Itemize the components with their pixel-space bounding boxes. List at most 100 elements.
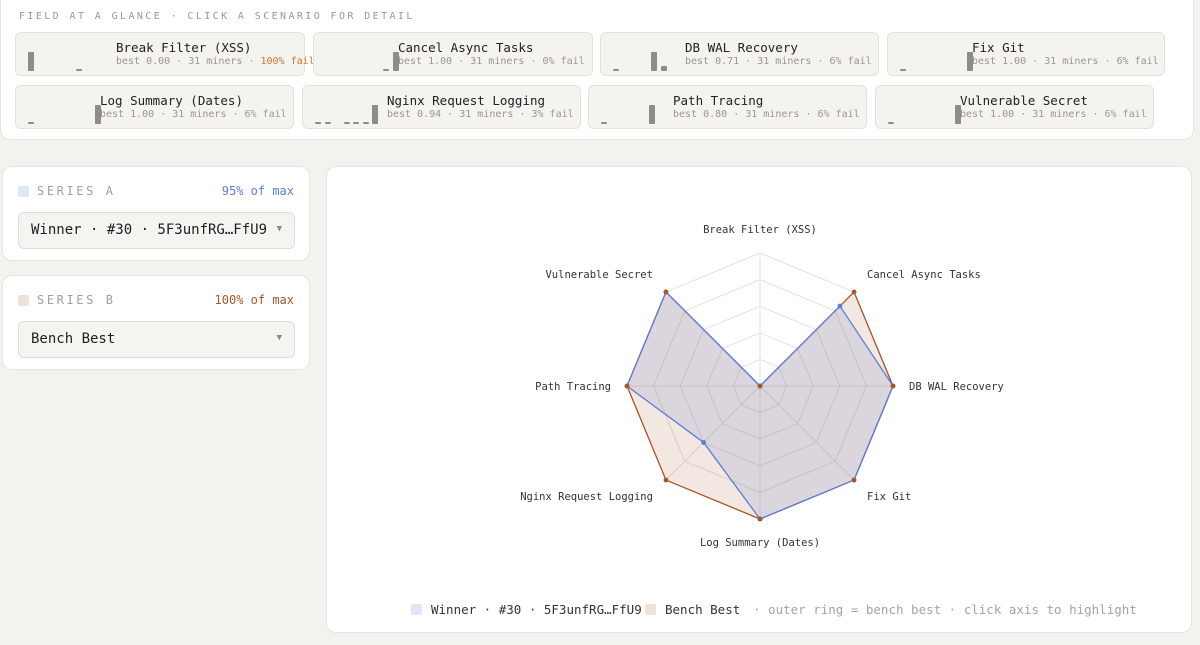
series-b-select[interactable]: Bench Best ▼ [18,321,295,358]
series-b-point [757,383,763,389]
scenario-name: Path Tracing [673,93,764,108]
scenario-miners: 31 miners [1044,56,1099,67]
scenario-name: DB WAL Recovery [685,40,798,55]
histogram-bar [28,52,34,71]
series-b-swatch [18,295,29,306]
axis-label[interactable]: Fix Git [867,491,911,503]
scenario-fail-rate: 3% fail [531,109,574,120]
series-a-swatch [18,186,29,197]
scenario-histogram [900,37,980,71]
series-b-point [851,289,857,295]
scenario-stats: best 0.71 · 31 miners · 6% fail [685,56,872,67]
histogram-bar [648,105,655,124]
legend-swatch-series-a [411,604,422,615]
axis-label[interactable]: DB WAL Recovery [909,381,1004,393]
scenario-name: Break Filter (XSS) [116,40,252,55]
scenario-fail-rate: 6% fail [817,109,860,120]
histogram-bar [28,122,34,124]
scenario-card[interactable]: Cancel Async Tasks best 1.00 · 31 miners … [313,32,593,76]
radar-chart: Break Filter (XSS) Cancel Async Tasks DB W… [520,224,1004,549]
scenario-fail-rate: 6% fail [244,109,287,120]
scenario-histogram [601,90,681,124]
axis-label[interactable]: Cancel Async Tasks [867,269,981,281]
scenario-name: Fix Git [972,40,1025,55]
series-a-point [837,303,843,309]
legend-swatch-series-b [645,604,656,615]
series-b-point [757,516,763,522]
axis-label[interactable]: Path Tracing [535,381,611,393]
scenario-best: best 0.80 [673,109,728,120]
histogram-bar [601,122,607,124]
scenario-best: best 1.00 [100,109,155,120]
scenario-card[interactable]: Path Tracing best 0.80 · 31 miners · 6% f… [588,85,867,129]
histogram-bar [353,122,359,124]
scenario-name: Nginx Request Logging [387,93,546,108]
scenario-best: best 1.00 [398,56,453,67]
histogram-bar [888,122,894,124]
series-a-label: SERIES A [37,184,116,198]
series-b-point [663,289,669,295]
chart-legend: Winner · #30 · 5F3unfRG…FfU9 Bench Best … [411,602,1171,619]
scenario-name: Vulnerable Secret [960,93,1088,108]
scenario-fail-rate: 6% fail [1116,56,1159,67]
series-b-point [663,477,669,483]
scenario-best: best 1.00 [960,109,1015,120]
scenario-name: Log Summary (Dates) [100,93,243,108]
series-b-label: SERIES B [37,293,116,307]
scenario-card[interactable]: Nginx Request Logging best 0.94 · 31 mine… [302,85,581,129]
histogram-bar [315,122,321,124]
scenario-best: best 0.71 [685,56,740,67]
scenario-histogram [613,37,693,71]
scenario-fail-rate: 6% fail [1104,109,1147,120]
scenario-stats: best 0.80 · 31 miners · 6% fail [673,109,860,120]
scenario-histogram [326,37,406,71]
histogram-bar [660,65,667,71]
scenario-card[interactable]: Fix Git best 1.00 · 31 miners · 6% fail [887,32,1165,76]
histogram-bar [75,69,82,71]
scenario-fail-rate: 100% fail [260,56,315,67]
legend-hint: · outer ring = bench best · click axis t… [753,602,1137,617]
legend-series-a[interactable]: Winner · #30 · 5F3unfRG…FfU9 [431,602,642,617]
scenario-stats: best 1.00 · 31 miners · 6% fail [972,56,1159,67]
series-b-percent: 100% of max [214,293,294,307]
scenario-stats: best 0.00 · 31 miners · 100% fail [116,56,315,67]
scenario-histogram [28,37,108,71]
scenario-miners: 31 miners [1032,109,1087,120]
series-a-select[interactable]: Winner · #30 · 5F3unfRG…FfU9 ▼ [18,212,295,249]
scenario-card[interactable]: Vulnerable Secret best 1.00 · 31 miners ·… [875,85,1154,129]
axis-label[interactable]: Nginx Request Logging [520,491,653,503]
glance-title: FIELD AT A GLANCE · CLICK A SCENARIO FOR… [19,11,415,22]
histogram-bar [343,122,350,124]
series-b-point [851,477,857,483]
scenario-card[interactable]: DB WAL Recovery best 0.71 · 31 miners · 6… [600,32,879,76]
scenario-stats: best 1.00 · 31 miners · 6% fail [960,109,1147,120]
histogram-bar [362,122,369,124]
axis-label[interactable]: Vulnerable Secret [545,269,652,281]
series-a-percent: 95% of max [221,184,294,198]
chevron-down-icon: ▼ [276,333,282,343]
histogram-bar [613,69,619,71]
scenario-fail-rate: 6% fail [829,56,872,67]
histogram-bar [324,122,331,124]
scenario-best: best 0.94 [387,109,442,120]
chevron-down-icon: ▼ [276,224,282,234]
histogram-bar [372,105,378,124]
series-b-panel: SERIES B 100% of max Bench Best ▼ [2,275,310,370]
scenario-card[interactable]: Log Summary (Dates) best 1.00 · 31 miners… [15,85,294,129]
scenario-stats: best 0.94 · 31 miners · 3% fail [387,109,574,120]
scenario-histogram [28,90,108,124]
legend-series-b[interactable]: Bench Best [665,602,740,617]
scenario-miners: 31 miners [745,109,800,120]
histogram-bar [900,69,906,71]
scenario-miners: 31 miners [172,109,227,120]
axis-label[interactable]: Break Filter (XSS) [703,224,817,236]
scenario-name: Cancel Async Tasks [398,40,534,55]
scenario-card[interactable]: Break Filter (XSS) best 0.00 · 31 miners … [15,32,315,76]
axis-label[interactable]: Log Summary (Dates) [700,537,820,549]
scenario-histogram [315,90,395,124]
scenario-stats: best 1.00 · 31 miners · 0% fail [398,56,585,67]
scenario-miners: 31 miners [757,56,812,67]
scenario-miners: 31 miners [188,56,243,67]
histogram-bar [651,52,657,71]
series-a-selected-value: Winner · #30 · 5F3unfRG…FfU9 [31,222,268,238]
